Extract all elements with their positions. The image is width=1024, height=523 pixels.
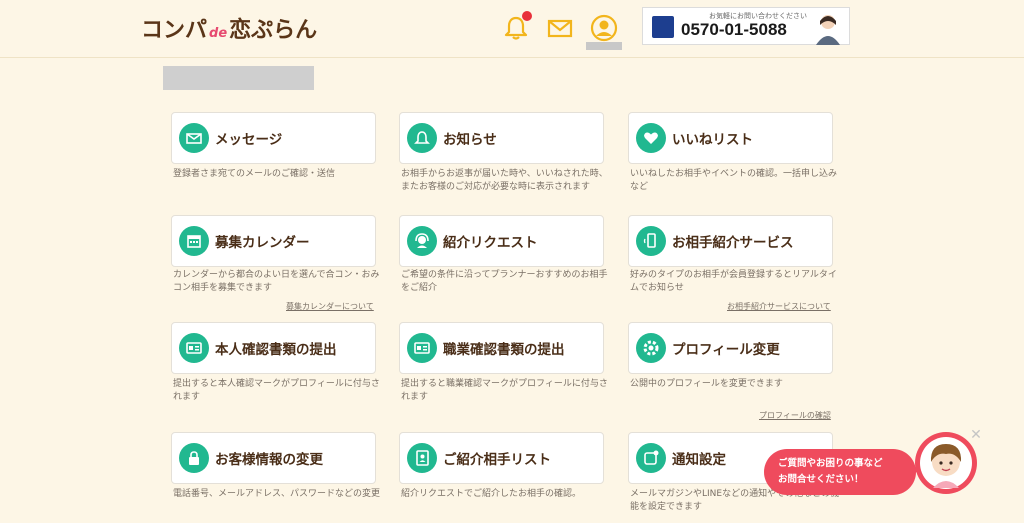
menu-card-desc: 公開中のプロフィールを変更できます bbox=[630, 379, 783, 389]
calendar-about-link[interactable]: 募集カレンダーについて bbox=[286, 301, 374, 312]
logo-text-de: de bbox=[209, 26, 228, 41]
planner-icon bbox=[407, 226, 437, 256]
notification-badge bbox=[522, 11, 532, 21]
menu-card-title: 職業確認書類の提出 bbox=[443, 342, 565, 358]
menu-card-notice[interactable]: お知らせ bbox=[399, 112, 604, 164]
id-card-icon bbox=[407, 333, 437, 363]
menu-card-title: ご紹介相手リスト bbox=[443, 452, 551, 468]
site-logo[interactable]: コンパ de 恋ぷらん bbox=[141, 12, 318, 43]
menu-card-introduced-list[interactable]: ご紹介相手リスト bbox=[399, 432, 604, 484]
heart-icon bbox=[636, 123, 666, 153]
page-heading-placeholder bbox=[163, 66, 314, 90]
profile-view-link[interactable]: プロフィールの確認 bbox=[759, 410, 831, 421]
chat-line-1: ご質問やお困りの事など bbox=[778, 458, 883, 469]
menu-card-desc: 登録者さま宛てのメールのご確認・送信 bbox=[173, 169, 336, 179]
menu-card-desc: ご希望の条件に沿ってプランナーおすすめのお相手をご紹介 bbox=[401, 270, 608, 293]
partner-service-about-link[interactable]: お相手紹介サービスについて bbox=[727, 301, 831, 312]
envelope-icon bbox=[179, 123, 209, 153]
menu-card-like-list[interactable]: いいねリスト bbox=[628, 112, 833, 164]
menu-card-introduction-request[interactable]: 紹介リクエスト bbox=[399, 215, 604, 267]
mail-icon[interactable] bbox=[546, 14, 574, 42]
menu-card-desc: 好みのタイプのお相手が会員登録するとリアルタイムでお知らせ bbox=[630, 270, 837, 293]
menu-card-title: 通知設定 bbox=[672, 452, 726, 468]
user-icon[interactable] bbox=[590, 14, 618, 42]
menu-card-recruit-calendar[interactable]: 募集カレンダー bbox=[171, 215, 376, 267]
menu-card-title: 本人確認書類の提出 bbox=[215, 342, 337, 358]
notification-icon bbox=[636, 443, 666, 473]
menu-card-desc: 紹介リクエストでご紹介したお相手の確認。 bbox=[401, 489, 582, 499]
menu-card-desc: 提出すると本人確認マークがプロフィールに付与されます bbox=[173, 379, 380, 402]
menu-card-message[interactable]: メッセージ bbox=[171, 112, 376, 164]
phone-contact-banner[interactable]: お気軽にお問い合わせください 0570-01-5088 bbox=[642, 7, 850, 45]
bell-icon bbox=[407, 123, 437, 153]
menu-card-desc: カレンダーから都合のよい日を選んで合コン・おみコン相手を募集できます bbox=[173, 270, 380, 293]
smartphone-icon bbox=[636, 226, 666, 256]
logo-text-koiplan: 恋ぷらん bbox=[229, 18, 318, 43]
menu-card-profile-edit[interactable]: プロフィール変更 bbox=[628, 322, 833, 374]
chat-line-2: お問合せください！ bbox=[778, 474, 864, 485]
gear-icon bbox=[636, 333, 666, 363]
menu-card-title: お相手紹介サービス bbox=[672, 235, 794, 251]
menu-card-id-verification[interactable]: 本人確認書類の提出 bbox=[171, 322, 376, 374]
phone-number: 0570-01-5088 bbox=[681, 20, 787, 39]
id-card-icon bbox=[179, 333, 209, 363]
close-icon[interactable]: ✕ bbox=[968, 427, 984, 443]
calendar-icon bbox=[179, 226, 209, 256]
menu-card-title: 紹介リクエスト bbox=[443, 235, 538, 251]
menu-card-partner-service[interactable]: お相手紹介サービス bbox=[628, 215, 833, 267]
menu-card-title: お知らせ bbox=[443, 132, 497, 148]
menu-card-title: 募集カレンダー bbox=[215, 235, 310, 251]
free-dial-logo-icon bbox=[652, 16, 674, 38]
menu-card-job-verification[interactable]: 職業確認書類の提出 bbox=[399, 322, 604, 374]
operator-icon bbox=[816, 15, 840, 45]
chat-bubble[interactable]: ご質問やお困りの事など お問合せください！ bbox=[764, 449, 916, 495]
menu-card-desc: いいねしたお相手やイベントの確認。一括申し込みなど bbox=[630, 169, 838, 192]
menu-card-desc: お相手からお返事が届いた時や、いいねされた時、またお客様のご対応が必要な時に表示… bbox=[401, 169, 608, 192]
menu-card-title: プロフィール変更 bbox=[672, 342, 780, 358]
username-placeholder bbox=[586, 42, 622, 50]
site-header: コンパ de 恋ぷらん お気軽にお問い合わせください 0570-01-5088 bbox=[0, 0, 1024, 58]
menu-card-account-info[interactable]: お客様情報の変更 bbox=[171, 432, 376, 484]
menu-card-desc: 提出すると職業確認マークがプロフィールに付与されます bbox=[401, 379, 608, 402]
menu-card-title: いいねリスト bbox=[672, 132, 753, 148]
address-book-icon bbox=[407, 443, 437, 473]
menu-card-desc: 電話番号、メールアドレス、パスワードなどの変更 bbox=[173, 489, 381, 499]
menu-card-title: お客様情報の変更 bbox=[215, 452, 323, 468]
lock-icon bbox=[179, 443, 209, 473]
logo-text-konpa: コンパ bbox=[141, 18, 208, 43]
menu-card-title: メッセージ bbox=[215, 132, 283, 148]
